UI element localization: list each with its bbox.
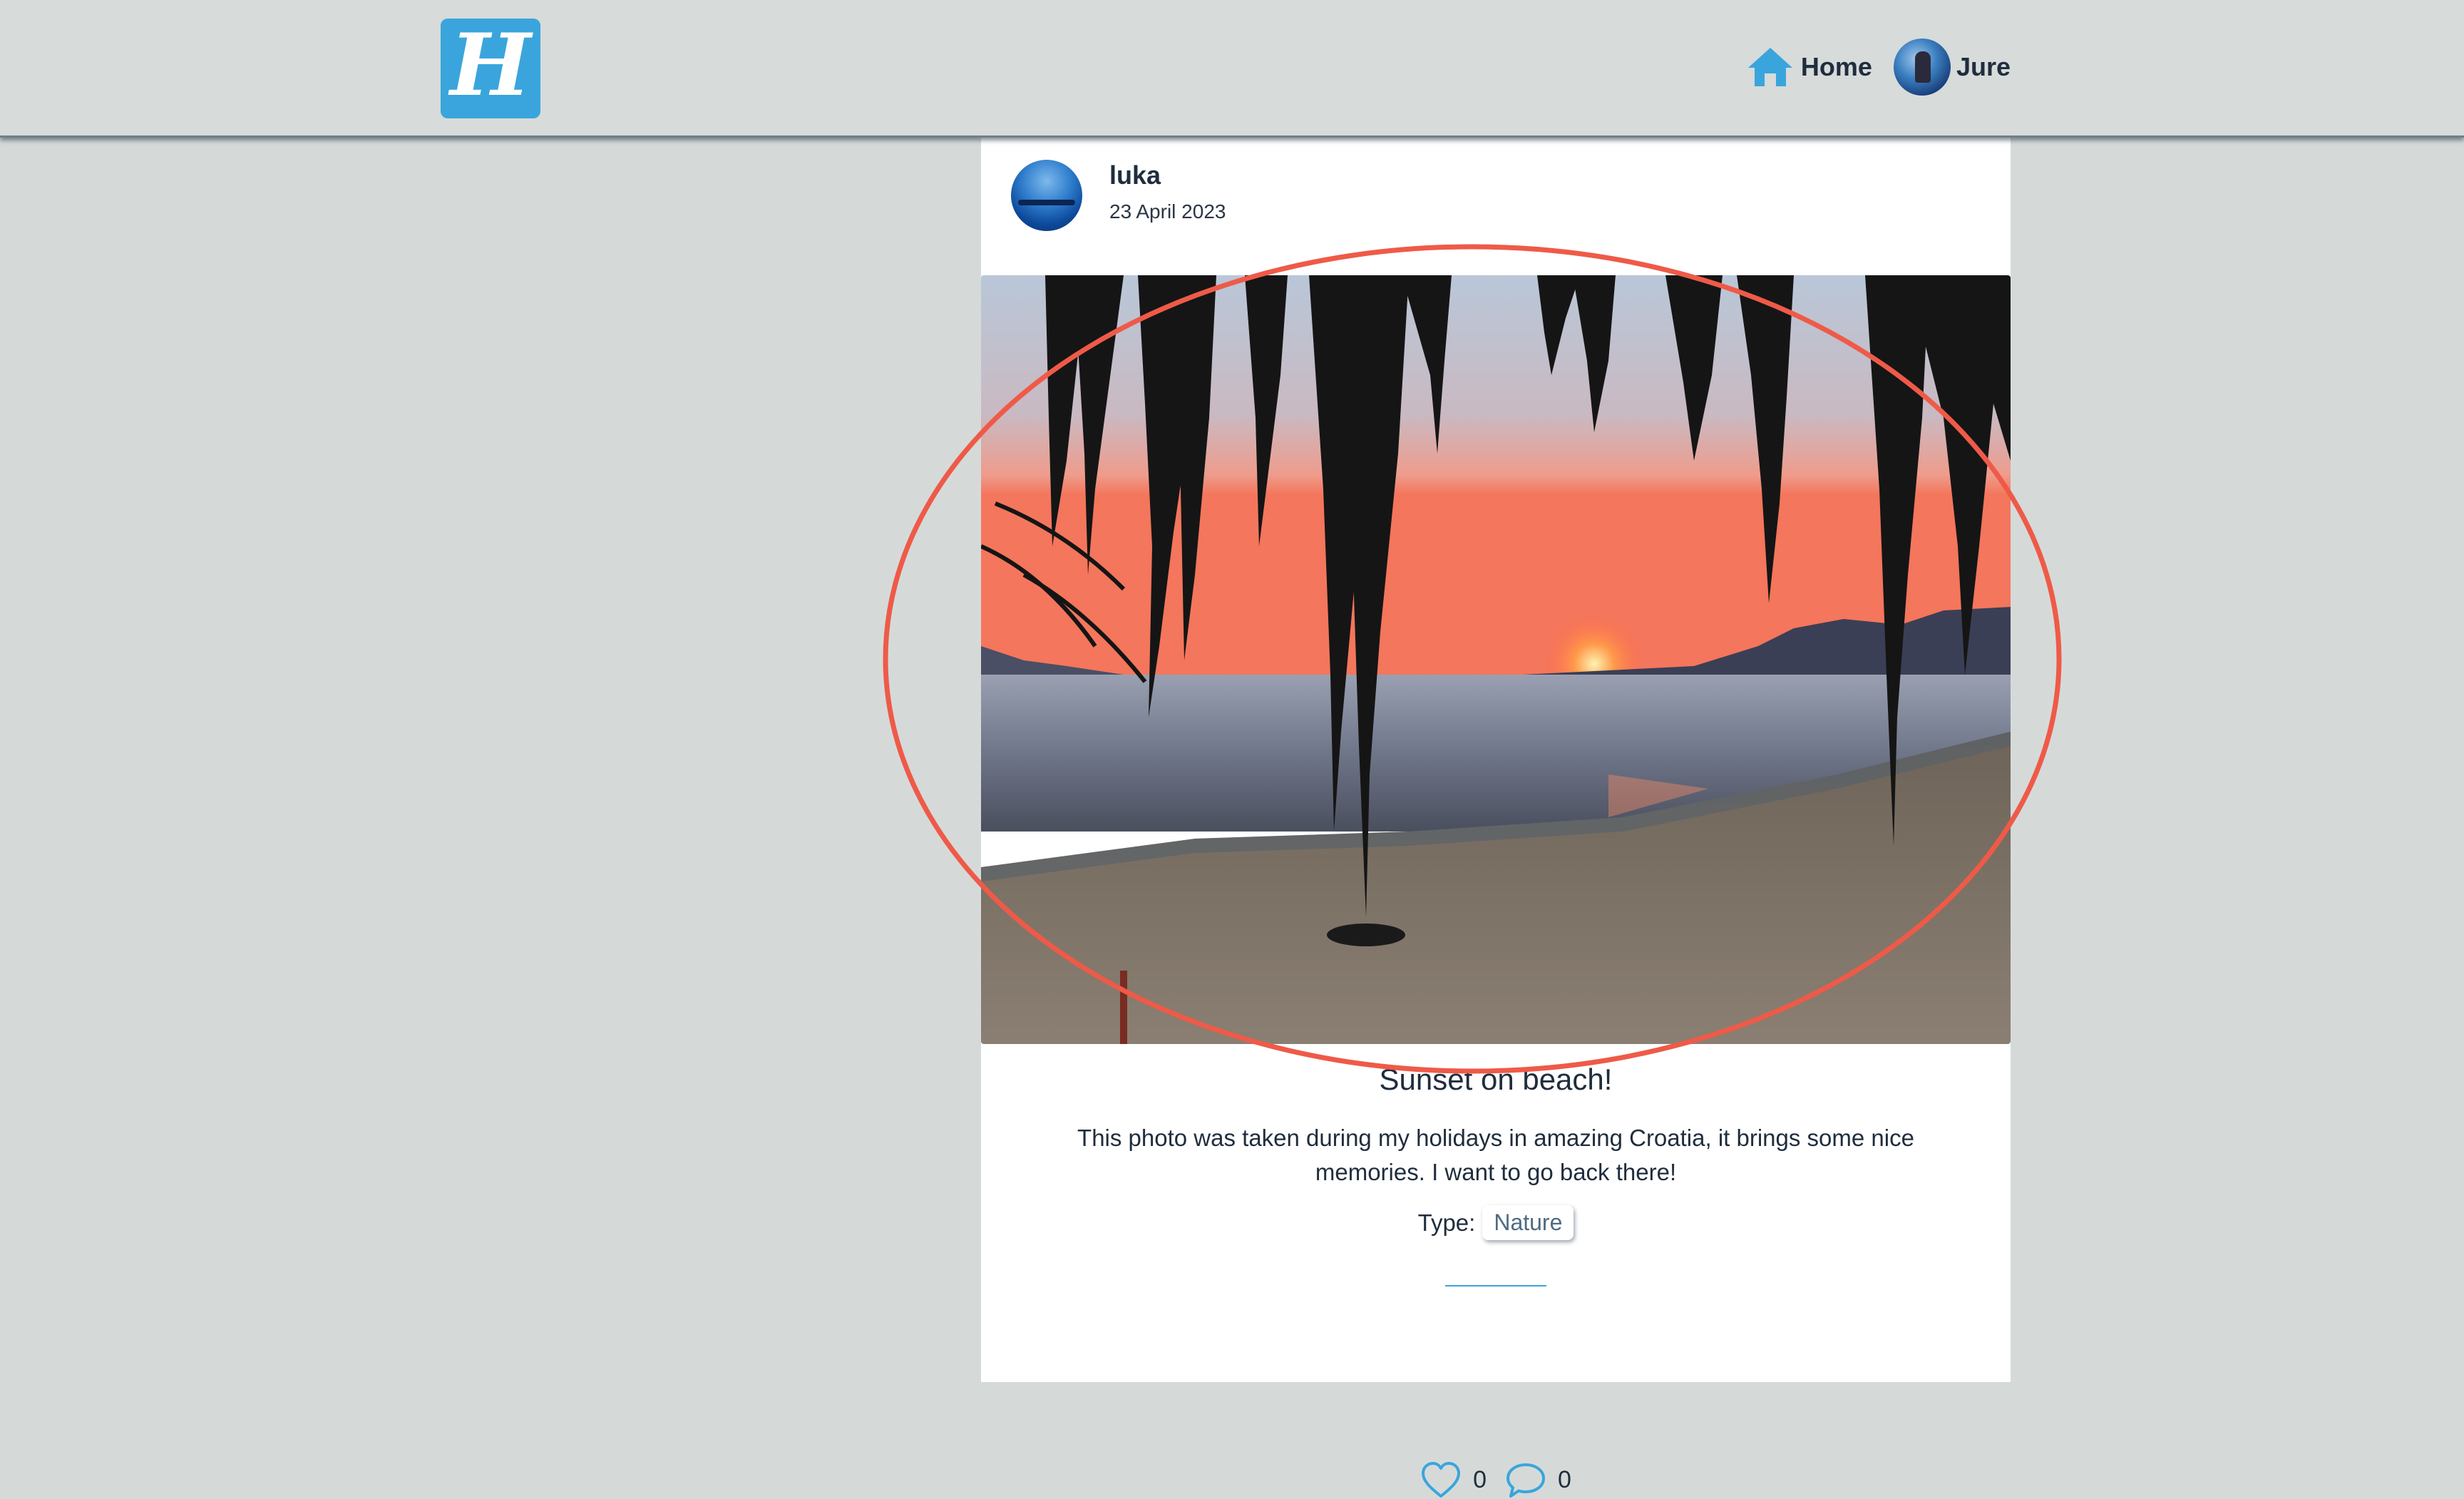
post-card: luka 23 April 2023 Sunset on beach! This… bbox=[981, 135, 2011, 1498]
post-meta: luka 23 April 2023 bbox=[1109, 160, 1226, 223]
type-label: Type: bbox=[1417, 1209, 1476, 1236]
comment-count: 0 bbox=[1558, 1465, 1571, 1493]
post-title: Sunset on beach! bbox=[1379, 1063, 1613, 1096]
main-nav: Home Jure bbox=[1745, 37, 2011, 97]
logo-letter: H bbox=[450, 15, 531, 116]
top-navigation-bar: H Home Jure bbox=[0, 0, 2464, 138]
nav-user-profile-link[interactable]: Jure bbox=[1893, 39, 2011, 96]
nav-home-label: Home bbox=[1800, 52, 1872, 81]
post-actions: 0 0 bbox=[981, 1460, 2011, 1499]
speech-bubble-icon bbox=[1506, 1463, 1545, 1498]
house-icon bbox=[1747, 48, 1792, 86]
user-avatar bbox=[1893, 39, 1951, 96]
nav-home-link[interactable]: Home bbox=[1745, 45, 1872, 89]
author-avatar[interactable] bbox=[1011, 160, 1082, 231]
app-logo[interactable]: H bbox=[441, 19, 540, 118]
nav-user-name: Jure bbox=[1956, 52, 2011, 81]
post-description: This photo was taken during my holidays … bbox=[1077, 1125, 1914, 1185]
post-header: luka 23 April 2023 bbox=[1011, 160, 1226, 231]
post-type-row: Type: Nature bbox=[981, 1205, 2011, 1240]
comment-button[interactable]: 0 bbox=[1505, 1460, 1571, 1499]
type-badge-nature[interactable]: Nature bbox=[1482, 1205, 1574, 1240]
like-button[interactable]: 0 bbox=[1420, 1460, 1487, 1499]
heart-icon bbox=[1422, 1462, 1461, 1498]
post-author[interactable]: luka bbox=[1109, 160, 1226, 190]
like-count: 0 bbox=[1473, 1465, 1487, 1493]
section-divider bbox=[1445, 1285, 1546, 1286]
post-photo[interactable] bbox=[981, 275, 2011, 1044]
post-date: 23 April 2023 bbox=[1109, 200, 1226, 222]
